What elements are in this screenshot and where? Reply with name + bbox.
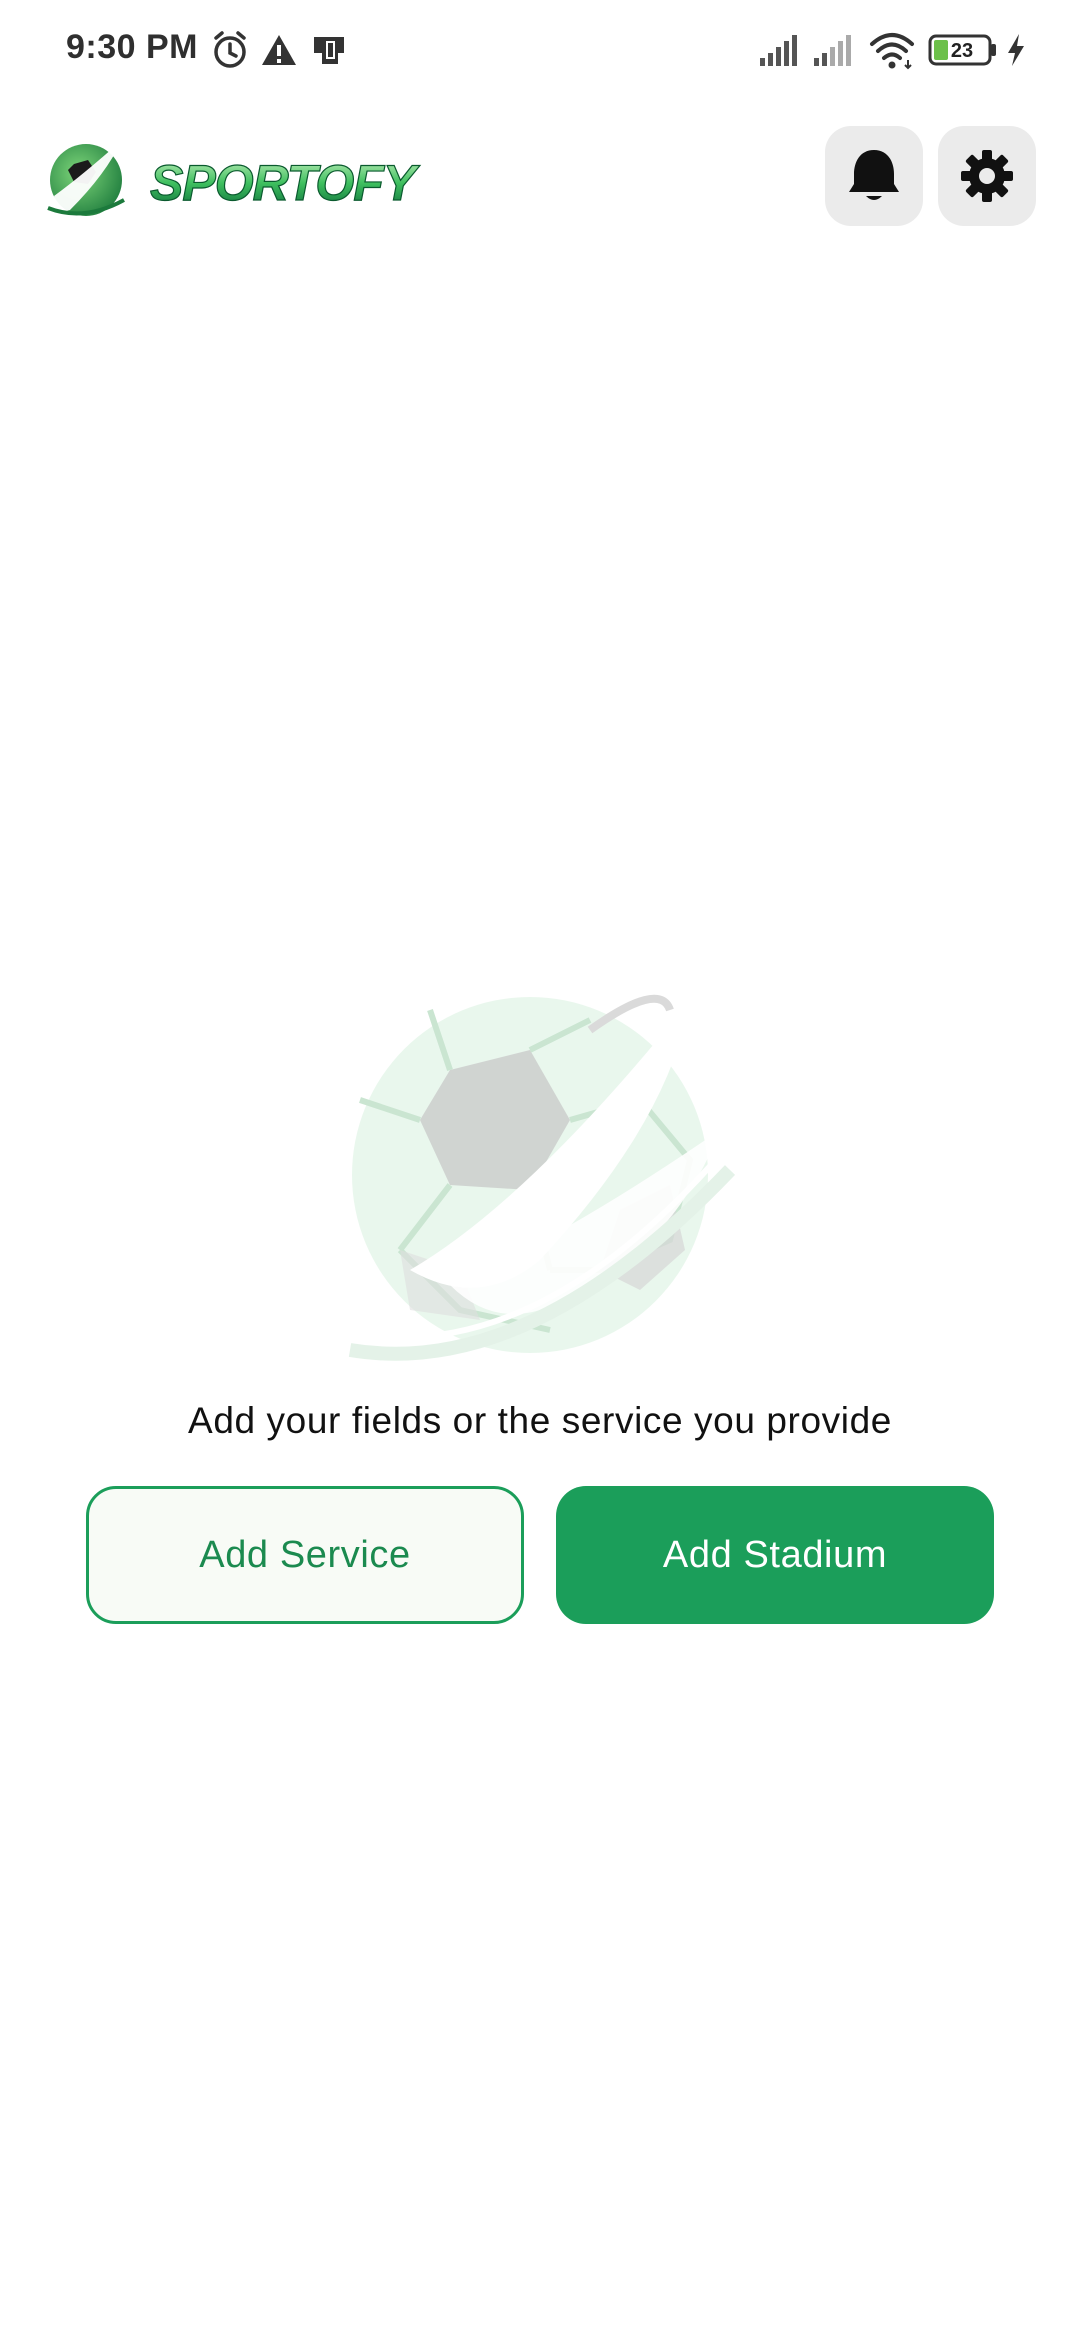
signal-weak-icon: [814, 35, 851, 66]
battery-icon: 23: [928, 34, 996, 66]
add-stadium-button[interactable]: Add Stadium: [556, 1486, 994, 1624]
brand-wordmark: SPORTOFY: [150, 155, 421, 211]
wifi-icon: [870, 33, 914, 70]
sportofy-logo: SPORTOFY: [47, 140, 422, 216]
empty-state-message: Add your fields or the service you provi…: [188, 1400, 892, 1441]
gear-icon: [961, 150, 1013, 202]
alarm-icon: [214, 31, 246, 68]
signal-icon: [760, 35, 797, 66]
app-header: SPORTOFY: [0, 120, 1080, 240]
settings-button[interactable]: [938, 126, 1036, 226]
status-time: 9:30 PM: [66, 28, 198, 66]
app-screen: 9:30 PM 23 SPORTOFY Add your fields or t…: [0, 0, 1080, 2340]
battery-level-text: 23: [951, 40, 973, 62]
notifications-button[interactable]: [825, 126, 923, 226]
action-buttons: Add Service Add Stadium: [86, 1486, 994, 1624]
charging-icon: [1008, 34, 1024, 66]
sim-card-icon: [314, 37, 344, 64]
warning-icon: [262, 35, 296, 65]
soccer-ball-illustration: [348, 994, 736, 1361]
bell-icon: [849, 150, 899, 200]
status-bar: 9:30 PM 23: [0, 0, 1080, 100]
add-service-button[interactable]: Add Service: [86, 1486, 524, 1624]
